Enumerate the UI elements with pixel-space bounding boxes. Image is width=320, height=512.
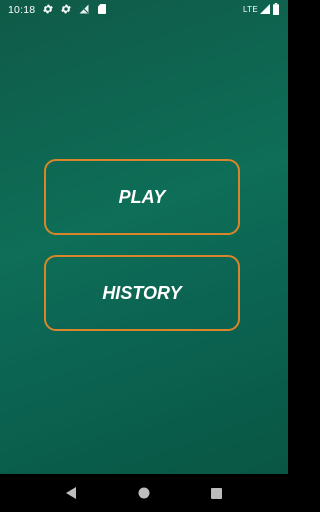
lte-label: LTE (243, 5, 258, 14)
battery-icon (273, 3, 279, 15)
status-bar: 10:18 LTE (0, 0, 288, 20)
back-icon (66, 487, 76, 499)
history-button[interactable]: HISTORY (44, 255, 240, 331)
recents-button[interactable] (206, 483, 226, 503)
status-time: 10:18 (8, 4, 36, 16)
sd-card-icon (98, 4, 106, 14)
home-icon (138, 487, 150, 499)
settings-icon (43, 4, 53, 14)
lte-signal-icon (260, 4, 270, 14)
settings-icon (61, 4, 71, 14)
play-button[interactable]: PLAY (44, 159, 240, 235)
recents-icon (210, 487, 222, 499)
navigation-bar (0, 474, 288, 512)
signal-off-icon (79, 4, 89, 14)
home-button[interactable] (134, 483, 154, 503)
back-button[interactable] (61, 483, 81, 503)
app-screen: 10:18 LTE PLAY HISTORY (0, 0, 288, 474)
